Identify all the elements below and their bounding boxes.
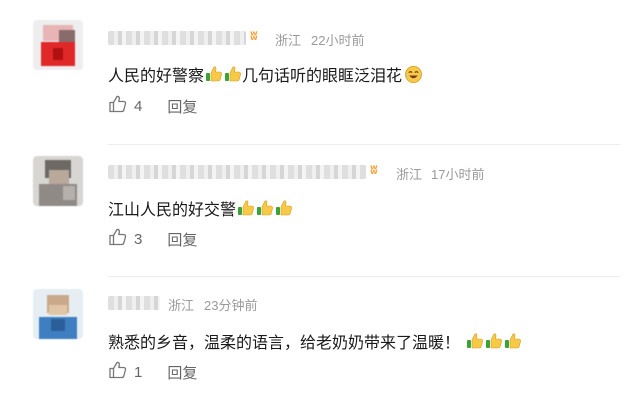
like-count: 1 xyxy=(134,363,143,381)
thumbs-up-outline-icon xyxy=(108,227,128,251)
comment-text-part: 人民的好警察 xyxy=(108,66,205,85)
like-button[interactable]: 3 xyxy=(108,227,142,251)
avatar[interactable] xyxy=(33,289,83,339)
laughing-tears-emoji xyxy=(404,65,423,88)
comment-actions: 1 回复 xyxy=(108,361,197,383)
comment-text: 人民的好警察 几句话听的眼眶泛泪花 xyxy=(108,62,423,88)
timestamp: 23分钟前 xyxy=(204,298,258,313)
comment-text-part: 几句话听的眼眶泛泪花 xyxy=(242,66,403,85)
thumbs-up-emoji xyxy=(205,65,223,87)
thumbs-up-emoji xyxy=(504,332,522,354)
like-count: 3 xyxy=(134,230,143,248)
comment-actions: 3 回复 xyxy=(108,228,197,250)
comment-text-part: 熟悉的乡音，温柔的语言，给老奶奶带来了温暖！ xyxy=(108,333,461,352)
thumbs-up-emoji xyxy=(485,332,503,354)
location: 浙江 xyxy=(396,167,423,182)
thumbs-up-emoji xyxy=(466,332,484,354)
like-count: 4 xyxy=(134,97,143,115)
comment-text: 熟悉的乡音，温柔的语言，给老奶奶带来了温暖！ xyxy=(108,329,522,354)
like-button[interactable]: 4 xyxy=(108,94,142,118)
thumbs-up-emoji xyxy=(224,65,242,87)
divider xyxy=(108,276,620,277)
comment-actions: 4 回复 xyxy=(108,95,197,117)
username-blurred[interactable] xyxy=(108,165,366,179)
reply-button[interactable]: 回复 xyxy=(167,229,197,250)
username-blurred[interactable] xyxy=(108,296,160,310)
timestamp: 17小时前 xyxy=(431,167,485,182)
divider xyxy=(108,144,620,145)
thumbs-up-outline-icon xyxy=(108,94,128,118)
thumbs-up-outline-icon xyxy=(108,360,128,384)
timestamp: 22小时前 xyxy=(311,33,365,48)
comment-text-part: 江山人民的好交警 xyxy=(108,200,237,219)
thumbs-up-emoji xyxy=(256,199,274,221)
vip-badge-icon: ʬ xyxy=(370,163,378,178)
username-blurred[interactable] xyxy=(108,31,246,45)
reply-button[interactable]: 回复 xyxy=(167,96,197,117)
comment-text: 江山人民的好交警 xyxy=(108,196,293,221)
location: 浙江 xyxy=(168,298,195,313)
thumbs-up-emoji xyxy=(275,199,293,221)
avatar[interactable] xyxy=(33,156,83,206)
thumbs-up-emoji xyxy=(237,199,255,221)
avatar[interactable] xyxy=(33,20,83,70)
reply-button[interactable]: 回复 xyxy=(167,362,197,383)
vip-badge-icon: ʬ xyxy=(250,29,258,44)
like-button[interactable]: 1 xyxy=(108,360,142,384)
location: 浙江 xyxy=(275,33,302,48)
